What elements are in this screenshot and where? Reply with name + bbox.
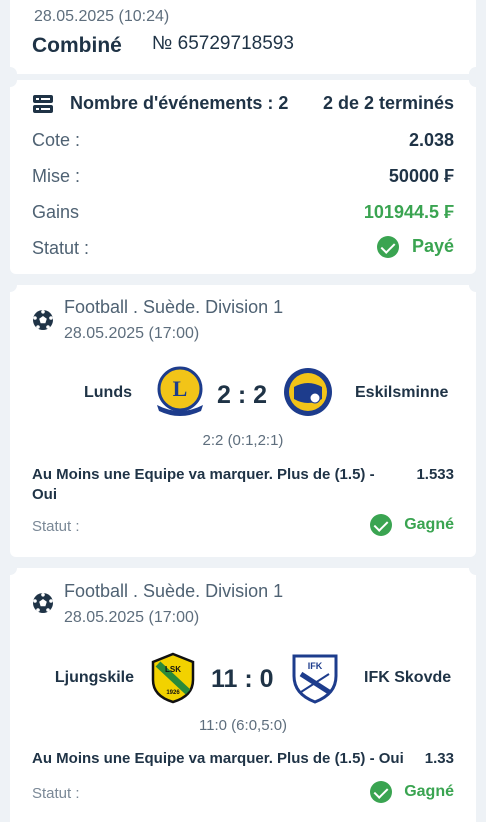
bet-date: 28.05.2025 (10:24)	[34, 8, 170, 25]
event-status-text: Gagné	[404, 783, 454, 801]
stake-value: 50000 ₣	[388, 166, 454, 186]
event-odds: 1.33	[424, 750, 454, 767]
odds-value: 2.038	[408, 130, 454, 150]
status-text: Payé	[411, 236, 454, 256]
away-team: IFK Skovde	[364, 669, 452, 686]
events-state: 2 de 2 terminés	[322, 93, 454, 113]
home-team: Lunds	[84, 384, 132, 401]
stake-label: Mise :	[32, 166, 81, 186]
winnings-value: 101944.5 ₣	[363, 202, 454, 222]
bet-market-line2: Oui	[32, 486, 57, 503]
events-list-icon	[32, 94, 54, 119]
svg-text:LSK: LSK	[165, 665, 181, 674]
bet-market-line1: Au Moins une Equipe va marquer. Plus de …	[32, 466, 375, 483]
event-league: Football . Suède. Division 1	[64, 581, 284, 601]
football-icon	[32, 309, 54, 336]
event-league: Football . Suède. Division 1	[64, 297, 284, 317]
bet-type: Combiné	[32, 34, 122, 57]
event-status-label: Statut :	[32, 518, 80, 535]
event-status-text: Gagné	[404, 516, 454, 534]
event-status-label: Statut :	[32, 785, 80, 802]
event-date: 28.05.2025 (17:00)	[64, 325, 200, 342]
check-circle-icon	[369, 781, 392, 803]
svg-text:L: L	[173, 376, 188, 401]
check-circle-icon	[369, 514, 392, 536]
eskilsminne-logo	[282, 365, 334, 424]
svg-text:1926: 1926	[166, 690, 180, 696]
event-status: Gagné	[369, 514, 454, 536]
bet-market: Au Moins une Equipe va marquer. Plus de …	[32, 465, 392, 505]
event-card-1[interactable]: Football . Suède. Division 1 28.05.2025 …	[3, 278, 483, 557]
score-detail: 2:2 (0:1,2:1)	[202, 432, 284, 449]
match-score: 2 : 2	[217, 381, 268, 409]
score-detail: 11:0 (6:0,5:0)	[198, 717, 288, 734]
lunds-logo: L	[154, 365, 206, 424]
check-circle-icon	[376, 236, 399, 259]
home-team: Ljungskile	[54, 669, 134, 686]
event-odds: 1.533	[416, 466, 454, 483]
event-card-2[interactable]: Football . Suède. Division 1 28.05.2025 …	[3, 561, 483, 822]
ticket-number: № 65729718593	[152, 33, 294, 54]
football-icon	[32, 592, 54, 619]
event-status: Gagné	[369, 781, 454, 803]
away-team: Eskilsminne	[355, 384, 449, 401]
bet-market: Au Moins une Equipe va marquer. Plus de …	[32, 750, 404, 767]
status-value: Payé	[376, 236, 454, 259]
svg-text:IFK: IFK	[308, 661, 323, 671]
match-score: 11 : 0	[211, 665, 274, 693]
status-label: Statut :	[32, 238, 90, 258]
events-count: Nombre d'événements : 2	[70, 93, 289, 113]
ifk-skovde-logo: IFK	[290, 652, 340, 709]
winnings-label: Gains	[32, 202, 80, 222]
bet-header-card: 28.05.2025 (10:24) Combiné № 65729718593	[3, 0, 483, 81]
event-date: 28.05.2025 (17:00)	[64, 609, 200, 626]
odds-label: Cote :	[32, 130, 81, 150]
ljungskile-logo: LSK 1926	[150, 652, 196, 709]
bet-summary-card: Nombre d'événements : 2 2 de 2 terminés …	[3, 73, 483, 274]
